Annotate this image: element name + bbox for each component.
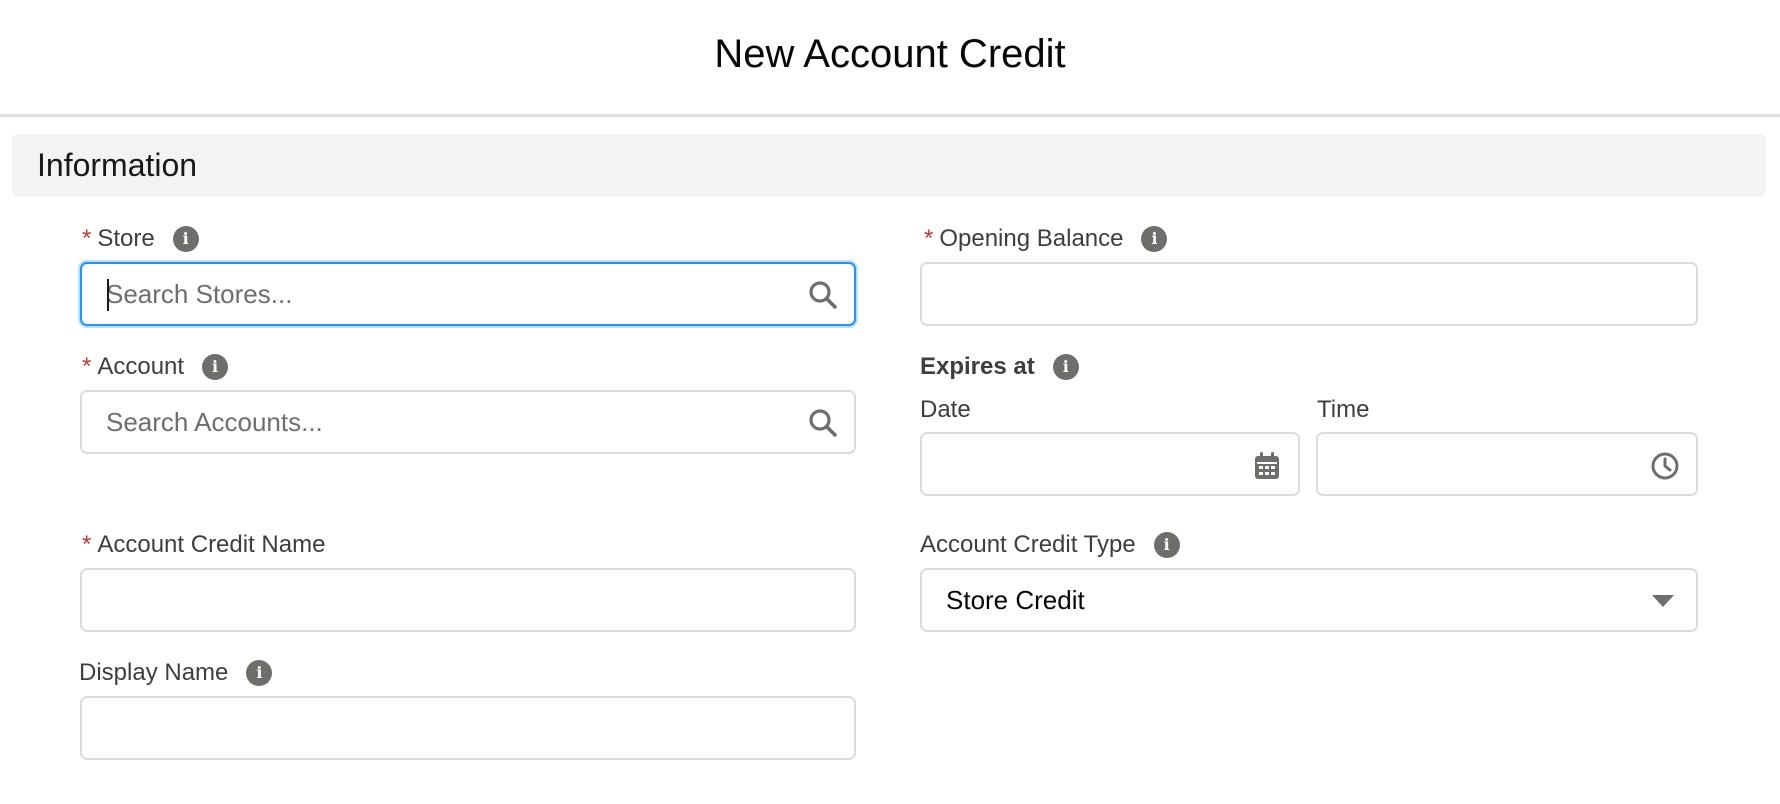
account-search-input-wrapper[interactable] <box>80 390 856 454</box>
clock-icon[interactable] <box>1648 449 1682 483</box>
modal-title: New Account Credit <box>714 31 1066 76</box>
opening-balance-input-wrapper[interactable] <box>920 262 1698 326</box>
time-input-wrapper[interactable] <box>1316 432 1698 496</box>
display-name-input[interactable] <box>82 698 854 758</box>
search-icon <box>806 278 840 312</box>
account-credit-name-input[interactable] <box>82 570 854 630</box>
date-field-label: Date <box>920 395 971 425</box>
date-input-wrapper[interactable] <box>920 432 1300 496</box>
info-icon[interactable]: i <box>246 660 273 686</box>
date-input[interactable] <box>922 434 1298 494</box>
info-icon[interactable]: i <box>1153 532 1180 558</box>
info-icon[interactable]: i <box>202 354 229 380</box>
info-icon[interactable]: i <box>1052 354 1079 380</box>
store-search-input-wrapper[interactable] <box>80 262 856 326</box>
info-icon[interactable]: i <box>172 226 199 252</box>
expires-at-label: Expires at <box>920 353 1035 380</box>
modal-header: New Account Credit <box>0 0 1780 117</box>
text-caret <box>107 279 109 311</box>
account-label: Account <box>97 353 185 380</box>
required-indicator: * <box>82 353 92 380</box>
account-search-input[interactable] <box>82 392 854 452</box>
opening-balance-label: Opening Balance <box>939 225 1124 252</box>
required-indicator: * <box>82 225 92 252</box>
store-field-label: * Store i <box>82 224 199 254</box>
info-icon[interactable]: i <box>1141 226 1168 252</box>
section-header-information[interactable]: Information <box>12 134 1766 197</box>
account-field-label: * Account i <box>82 352 229 382</box>
store-label: Store <box>97 225 155 252</box>
account-credit-type-label: Account Credit Type <box>920 531 1136 558</box>
display-name-label: Display Name <box>79 659 229 686</box>
account-credit-type-select[interactable]: Store Credit <box>920 568 1698 632</box>
account-credit-type-selected: Store Credit <box>946 584 1085 615</box>
time-input[interactable] <box>1318 434 1696 494</box>
required-indicator: * <box>82 531 92 558</box>
display-name-input-wrapper[interactable] <box>80 696 856 760</box>
account-credit-name-field-label: * Account Credit Name <box>82 530 325 560</box>
section-title: Information <box>37 147 198 183</box>
search-icon <box>806 406 840 440</box>
opening-balance-input[interactable] <box>922 264 1696 324</box>
required-indicator: * <box>924 225 934 252</box>
chevron-down-icon <box>1646 584 1680 618</box>
date-label: Date <box>920 396 971 423</box>
time-label: Time <box>1317 396 1370 423</box>
store-search-input[interactable] <box>82 264 854 324</box>
display-name-field-label: Display Name i <box>79 658 273 688</box>
time-field-label: Time <box>1317 395 1369 425</box>
account-credit-name-label: Account Credit Name <box>97 531 326 558</box>
calendar-icon[interactable] <box>1250 449 1284 483</box>
account-credit-type-field-label: Account Credit Type i <box>920 530 1180 560</box>
expires-at-field-label: Expires at i <box>920 352 1079 382</box>
opening-balance-field-label: * Opening Balance i <box>924 224 1168 254</box>
account-credit-name-input-wrapper[interactable] <box>80 568 856 632</box>
